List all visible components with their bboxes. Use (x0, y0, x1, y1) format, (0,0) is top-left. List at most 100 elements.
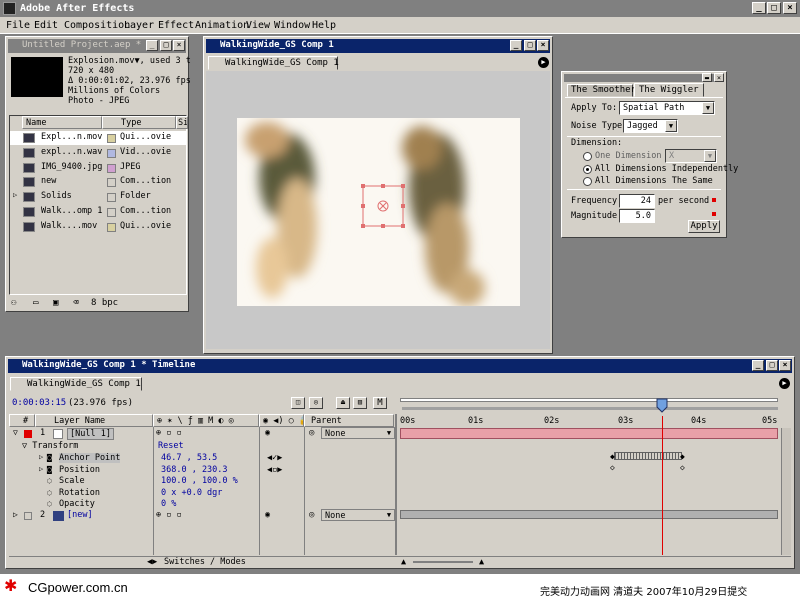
transform-row[interactable]: ▽ Transform (22, 441, 78, 451)
comp-tab[interactable]: WalkingWide_GS Comp 1 (208, 56, 339, 70)
comp-marker-icon[interactable]: ◫ (291, 397, 305, 409)
stopwatch-icon[interactable]: ◌ (47, 488, 52, 497)
project-item[interactable]: expl...n.wav Vid...ovie (10, 146, 186, 160)
tab-smoother[interactable]: The Smoother (567, 84, 636, 97)
expand-triangle-icon[interactable]: ▷ (39, 465, 43, 473)
draft-3d-icon[interactable]: ◎ (309, 397, 323, 409)
frame-blend-icon[interactable]: ▥ (353, 397, 367, 409)
parent-dropdown[interactable]: None ▼ (321, 509, 395, 521)
property-row[interactable]: ▷ ◙ Position 368.0 , 230.3 ◀▫▶ (9, 465, 394, 476)
parent-pickwhip-icon[interactable]: ◎ (309, 428, 314, 438)
label-color[interactable] (24, 512, 32, 520)
stopwatch-icon[interactable]: ◌ (47, 476, 52, 485)
track-area[interactable]: ◆ ◆ ◇ ◇ (398, 416, 780, 555)
radio-all-independently[interactable] (583, 165, 592, 174)
noise-type-dropdown[interactable]: Jagged ▼ (623, 119, 678, 133)
wiggle-keyframes[interactable] (614, 452, 682, 460)
column-type[interactable]: Type (102, 116, 176, 129)
flowchart-icon[interactable]: ⚇ (11, 298, 16, 308)
zoom-in-icon[interactable]: ▲ (479, 557, 484, 567)
layer-duration-bar-1[interactable] (400, 428, 778, 439)
comp-viewer[interactable] (206, 71, 550, 349)
menu-view[interactable]: View (246, 20, 270, 31)
column-switches[interactable]: ⊕ ✶ \ ƒ ▥ M ◐ ◎ (153, 414, 259, 427)
property-value[interactable]: 46.7 , 53.5 (161, 453, 217, 463)
comp-close-button[interactable]: × (537, 40, 549, 51)
layer-name-new[interactable]: [new] (67, 510, 93, 520)
comp-menu-arrow-icon[interactable]: ▶ (538, 57, 549, 68)
project-item[interactable]: Expl...n.mov Qui...ovie (10, 131, 186, 145)
axis-dropdown[interactable]: X ▼ (665, 149, 717, 163)
property-value[interactable]: 0 x +0.0 dgr (161, 488, 222, 498)
zoom-slider[interactable] (413, 561, 473, 563)
menu-file[interactable]: File (6, 20, 30, 31)
expand-triangle-icon[interactable]: ▽ (22, 441, 32, 451)
radio-all-same[interactable] (583, 177, 592, 186)
menu-effect[interactable]: Effect (158, 20, 194, 31)
hide-shy-icon[interactable]: ⏏ (336, 397, 350, 409)
keyframe-icon[interactable]: ◇ (610, 463, 615, 472)
parent-dropdown[interactable]: None ▼ (321, 427, 395, 439)
apply-button[interactable]: Apply (688, 220, 720, 233)
keyframe-icon[interactable]: ◇ (680, 463, 685, 472)
wiggler-close-button[interactable]: × (714, 73, 724, 82)
timeline-menu-arrow-icon[interactable]: ▶ (779, 378, 790, 389)
minimize-button[interactable]: _ (752, 2, 766, 14)
trash-icon[interactable]: ⌫ (73, 298, 78, 308)
timeline-close-button[interactable]: × (779, 360, 791, 371)
label-swatch[interactable] (107, 222, 116, 232)
label-swatch[interactable] (107, 193, 116, 203)
project-close-button[interactable]: × (173, 40, 185, 51)
project-item[interactable]: Walk....mov Qui...ovie (10, 220, 186, 234)
new-comp-icon[interactable]: ▣ (53, 298, 58, 308)
label-swatch[interactable] (107, 134, 116, 143)
menu-composition[interactable]: Composition (64, 20, 130, 31)
layer-av-switches[interactable]: ◉ (265, 510, 270, 520)
column-av-features[interactable]: ◉ ◀) ○ 🔒 (259, 414, 304, 427)
close-button[interactable]: × (783, 2, 797, 14)
keyframe-navigator-icon[interactable]: ◀▫▶ (267, 465, 282, 475)
time-navigator[interactable] (402, 407, 778, 410)
timeline-max-button[interactable]: □ (766, 360, 778, 371)
stopwatch-icon[interactable]: ◙ (47, 465, 52, 474)
vertical-scrollbar[interactable] (781, 428, 791, 555)
maximize-button[interactable]: □ (767, 2, 781, 14)
bpc-toggle[interactable]: 8 bpc (91, 298, 118, 308)
radio-one-dimension[interactable] (583, 152, 592, 161)
property-row[interactable]: ◌ Scale 100.0 , 100.0 % (9, 476, 394, 487)
zoom-out-icon[interactable]: ▲ (401, 557, 406, 567)
keyframe-icon[interactable]: ◆ (680, 452, 685, 461)
layer-name-null[interactable]: [Null 1] (67, 428, 114, 440)
label-swatch[interactable] (107, 163, 116, 173)
comp-max-button[interactable]: □ (524, 40, 536, 51)
column-size[interactable]: Si (176, 116, 188, 129)
menu-animation[interactable]: Animation (195, 20, 249, 31)
layer-duration-bar-2[interactable] (400, 510, 778, 519)
expand-triangle-icon[interactable]: ▽ (13, 428, 18, 437)
parent-pickwhip-icon[interactable]: ◎ (309, 510, 314, 520)
motion-blur-button[interactable]: M (373, 397, 387, 409)
project-item[interactable]: IMG_9400.jpg JPEG (10, 161, 186, 175)
keyframe-navigator-icon[interactable]: ◀✓▶ (267, 453, 282, 463)
toggle-arrows-icon[interactable]: ◀▶ (147, 557, 157, 567)
menu-help[interactable]: Help (312, 20, 336, 31)
label-swatch[interactable] (107, 208, 116, 217)
layer-av-switches[interactable]: ◉ (265, 428, 270, 438)
menu-layer[interactable]: Layer (124, 20, 154, 31)
keyframe-icon[interactable]: ◆ (610, 452, 615, 461)
layer-switches[interactable]: ⊕ ▫ ▫ (156, 510, 182, 520)
project-max-button[interactable]: □ (160, 40, 172, 51)
stopwatch-icon[interactable]: ◌ (47, 499, 52, 508)
label-swatch[interactable] (107, 178, 116, 188)
column-parent[interactable]: Parent (304, 414, 394, 427)
layer-row-1[interactable]: ▽ 1 [Null 1] ⊕ ▫ ▫ ◉ ◎ None ▼ (9, 427, 395, 440)
magnitude-input[interactable]: 5.0 (619, 209, 655, 223)
property-value[interactable]: 0 % (161, 499, 176, 509)
label-color-red[interactable] (24, 430, 32, 438)
stopwatch-icon[interactable]: ◙ (47, 453, 52, 462)
current-time[interactable]: 0:00:03:15 (12, 398, 66, 408)
wiggler-menu-button[interactable]: ▬ (702, 73, 712, 82)
time-ruler[interactable]: 00s 01s 02s 03s 04s 05s (398, 395, 780, 427)
property-row[interactable]: ◌ Rotation 0 x +0.0 dgr (9, 488, 394, 499)
apply-to-dropdown[interactable]: Spatial Path ▼ (619, 101, 715, 115)
